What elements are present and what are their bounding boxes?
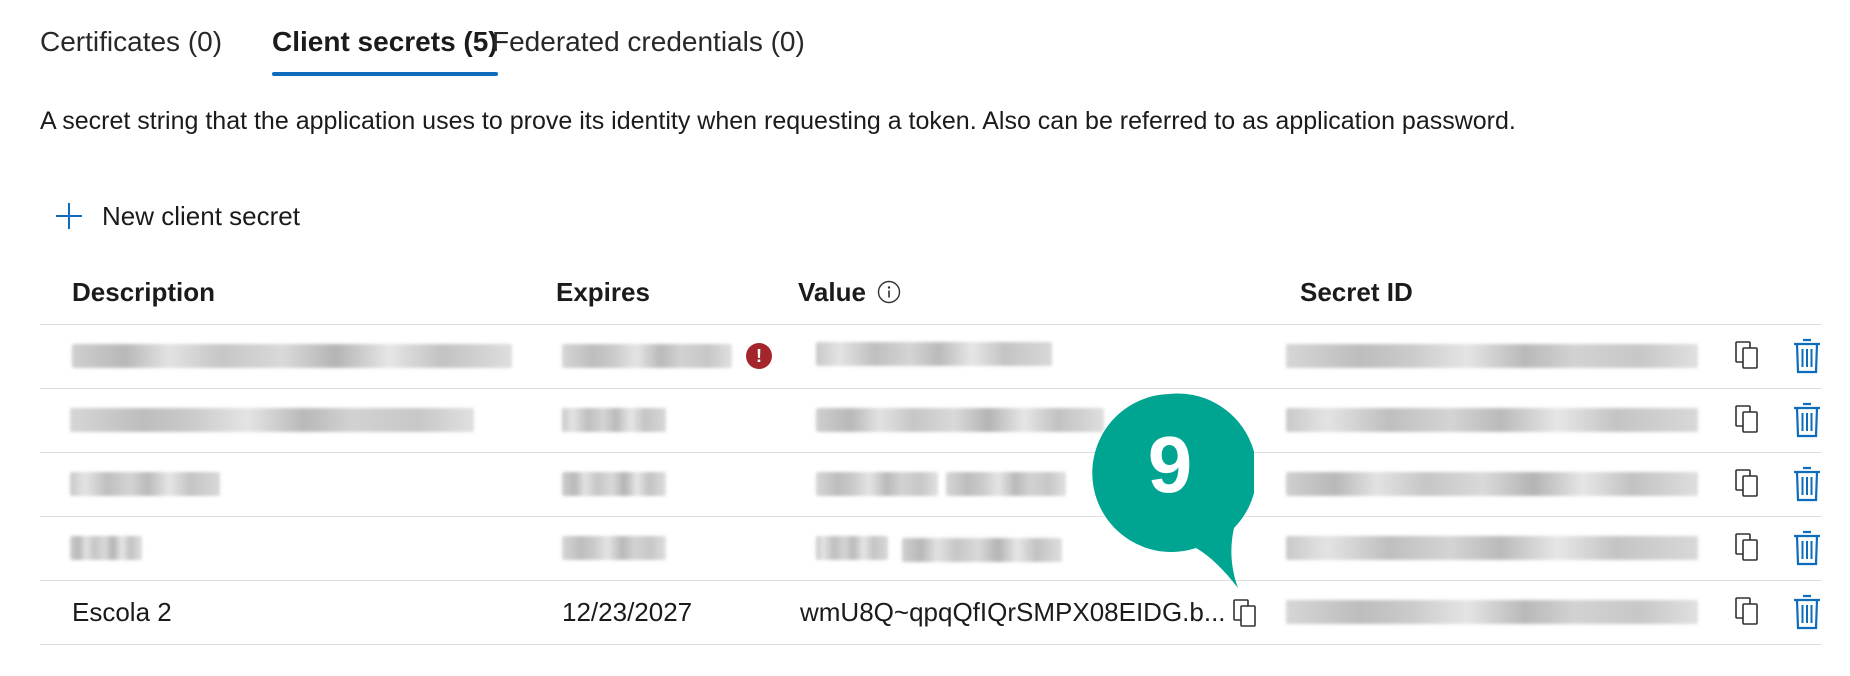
table-header: Description Expires Value Secret ID: [40, 266, 1822, 325]
redacted-secret-id: [1286, 536, 1698, 560]
trash-icon[interactable]: [1792, 402, 1822, 438]
active-tab-indicator: [272, 72, 498, 76]
table-row: [40, 516, 1822, 581]
copy-icon[interactable]: [1734, 340, 1760, 370]
plus-icon: [56, 203, 82, 229]
redacted-expires: [562, 344, 732, 368]
redacted-description: [70, 536, 142, 560]
tab-certificates[interactable]: Certificates (0): [40, 22, 222, 62]
copy-value-icon[interactable]: [1232, 598, 1258, 628]
new-client-secret-button[interactable]: New client secret: [54, 196, 300, 236]
redacted-description: [72, 344, 512, 368]
column-header-secret-id: Secret ID: [1300, 277, 1413, 307]
copy-icon[interactable]: [1734, 596, 1760, 626]
redacted-value: [816, 342, 1052, 366]
redacted-secret-id: [1286, 344, 1698, 368]
redacted-expires: [562, 408, 666, 432]
secret-expires: 12/23/2027: [562, 597, 693, 627]
table-row: [40, 452, 1822, 517]
column-header-description: Description: [72, 277, 216, 307]
copy-icon[interactable]: [1734, 532, 1760, 562]
table-row: !: [40, 324, 1822, 389]
trash-icon[interactable]: [1792, 530, 1822, 566]
redacted-description: [70, 472, 220, 496]
redacted-secret-id: [1286, 600, 1698, 624]
tab-client-secrets-label: Client secrets (5): [272, 26, 498, 57]
redacted-secret-id: [1286, 472, 1698, 496]
redacted-value: [816, 472, 938, 496]
step-number: 9: [1147, 420, 1193, 509]
trash-icon[interactable]: [1792, 338, 1822, 374]
copy-icon[interactable]: [1734, 468, 1760, 498]
copy-icon[interactable]: [1734, 404, 1760, 434]
redacted-value: [902, 538, 1062, 562]
redacted-value: [816, 408, 1104, 432]
step-callout: 9: [1084, 388, 1257, 598]
table-row: Escola 2 12/23/2027 wmU8Q~qpqQfIQrSMPX08…: [40, 580, 1822, 645]
error-icon[interactable]: !: [746, 343, 772, 369]
info-icon[interactable]: [877, 280, 901, 304]
redacted-value: [946, 472, 1066, 496]
trash-icon[interactable]: [1792, 594, 1822, 630]
secret-description: Escola 2: [72, 597, 172, 627]
redacted-expires: [562, 472, 666, 496]
new-client-secret-label: New client secret: [102, 200, 300, 231]
column-header-expires: Expires: [556, 277, 650, 307]
tab-federated-credentials[interactable]: Federated credentials (0): [492, 22, 805, 62]
column-header-value-label: Value: [798, 277, 866, 307]
trash-icon[interactable]: [1792, 466, 1822, 502]
table-row: [40, 388, 1822, 453]
tab-client-secrets[interactable]: Client secrets (5): [272, 22, 498, 76]
section-description: A secret string that the application use…: [40, 107, 1516, 135]
redacted-expires: [562, 536, 666, 560]
redacted-description: [70, 408, 474, 432]
redacted-secret-id: [1286, 408, 1698, 432]
redacted-value: [816, 536, 888, 560]
column-header-value: Value: [798, 272, 901, 312]
